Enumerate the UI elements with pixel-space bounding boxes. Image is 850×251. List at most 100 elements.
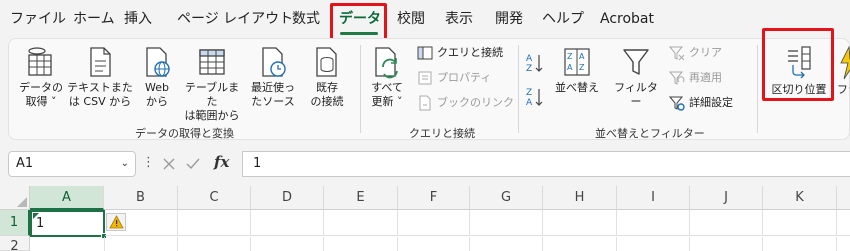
cell-a1[interactable]: 1 xyxy=(30,210,105,237)
menu-view[interactable]: 表示 xyxy=(445,10,473,28)
cell-g2[interactable] xyxy=(470,237,543,251)
cell-e2[interactable] xyxy=(324,237,398,251)
existing-label-line2: の接続 xyxy=(310,95,344,108)
column-header-j[interactable]: J xyxy=(690,186,763,210)
cell-f1[interactable] xyxy=(398,210,470,236)
chevron-down-icon[interactable]: ⌄ xyxy=(121,152,129,176)
existing-connections-button[interactable]: 既存 の接続 xyxy=(305,45,349,109)
cancel-icon[interactable] xyxy=(162,157,176,171)
cell-d2[interactable] xyxy=(251,237,324,251)
cell-a2[interactable] xyxy=(30,237,105,251)
column-header-e[interactable]: E xyxy=(324,186,398,210)
properties-label: プロパティ xyxy=(437,71,492,84)
row-header-1[interactable]: 1 xyxy=(0,210,30,236)
svg-text:Z: Z xyxy=(526,88,532,98)
menu-developer[interactable]: 開発 xyxy=(495,10,523,28)
get-data-button[interactable]: データの 取得 ˅ xyxy=(13,45,69,109)
database-table-icon xyxy=(28,47,52,76)
cell-e1[interactable] xyxy=(324,210,398,236)
cell-i2[interactable] xyxy=(617,237,690,251)
sort-dialog-icon: Z A A Z xyxy=(564,48,590,76)
error-warning-button[interactable] xyxy=(106,213,126,231)
from-table-label-line2: は範囲から xyxy=(184,109,240,122)
cell-c2[interactable] xyxy=(178,237,251,251)
group-separator xyxy=(757,45,758,133)
from-web-label-line2: から xyxy=(146,95,168,108)
row-header-2[interactable]: 2 xyxy=(0,236,30,251)
cell-j1[interactable] xyxy=(690,210,763,236)
sort-button[interactable]: Z A A Z 並べ替え xyxy=(551,45,603,95)
enter-check-icon[interactable] xyxy=(186,157,200,171)
cell-g1[interactable] xyxy=(470,210,543,236)
column-header-g[interactable]: G xyxy=(470,186,543,210)
cell-i1[interactable] xyxy=(617,210,690,236)
flash-fill-icon xyxy=(840,45,850,80)
group-label-queries: クエリと接続 xyxy=(409,127,475,140)
column-header-l[interactable] xyxy=(837,186,850,210)
svg-text:A: A xyxy=(526,54,533,64)
sort-label: 並べ替え xyxy=(555,81,599,94)
menu-home[interactable]: ホーム xyxy=(73,10,115,28)
refresh-all-button[interactable]: すべて 更新 ˅ xyxy=(365,45,409,109)
from-web-button[interactable]: Web から xyxy=(135,45,179,109)
svg-text:Z: Z xyxy=(526,64,532,74)
cell-h2[interactable] xyxy=(543,237,617,251)
column-header-c[interactable]: C xyxy=(178,186,251,210)
cell-j2[interactable] xyxy=(690,237,763,251)
column-header-i[interactable]: I xyxy=(617,186,690,210)
insert-function-icon[interactable]: fx xyxy=(214,153,229,171)
cell-l1[interactable] xyxy=(837,210,850,236)
reapply-label: 再適用 xyxy=(689,71,722,84)
menu-formulas[interactable]: 数式 xyxy=(292,10,320,28)
text-file-icon xyxy=(90,47,111,77)
column-header-b[interactable]: B xyxy=(104,186,178,210)
column-header-f[interactable]: F xyxy=(398,186,470,210)
column-header-a[interactable]: A xyxy=(30,186,104,210)
menu-insert[interactable]: 挿入 xyxy=(124,10,152,28)
more-options-icon[interactable]: ⋮ xyxy=(142,155,155,170)
flash-fill-label: フラ xyxy=(837,83,850,96)
refresh-icon xyxy=(375,47,398,79)
sort-ascending-button[interactable]: A Z xyxy=(525,51,545,75)
workbook-links-icon xyxy=(419,95,431,111)
cell-f2[interactable] xyxy=(398,237,470,251)
formula-input[interactable]: 1 xyxy=(242,151,850,177)
flash-fill-button[interactable]: フラ xyxy=(837,45,850,97)
warning-icon xyxy=(109,215,124,229)
error-indicator-triangle-icon xyxy=(33,213,39,219)
from-text-csv-button[interactable]: テキストまた は CSV から xyxy=(67,45,133,109)
group-label-sort-filter: 並べ替えとフィルター xyxy=(595,127,705,140)
menu-acrobat[interactable]: Acrobat xyxy=(600,10,654,28)
from-table-label-line1: テーブルまた xyxy=(184,81,240,108)
column-header-k[interactable]: K xyxy=(763,186,837,210)
svg-text:A: A xyxy=(567,63,573,72)
worksheet-grid: A B C D E F G H I J K 1 2 1 xyxy=(0,186,850,251)
recent-sources-button[interactable]: 最近使っ たソース xyxy=(245,45,301,109)
cell-k2[interactable] xyxy=(763,237,837,251)
menu-page-layout[interactable]: ページ レイアウト xyxy=(177,10,293,28)
web-page-icon xyxy=(146,47,170,77)
cell-c1[interactable] xyxy=(178,210,251,236)
filter-button[interactable]: フィルター xyxy=(609,45,663,109)
select-all-corner[interactable] xyxy=(0,186,30,210)
formula-bar: A1 ⌄ ⋮ fx 1 xyxy=(0,151,850,179)
cell-d1[interactable] xyxy=(251,210,324,236)
column-header-h[interactable]: H xyxy=(543,186,617,210)
svg-text:Z: Z xyxy=(579,63,585,72)
select-all-triangle-icon xyxy=(17,197,27,207)
from-text-label-line2: は CSV から xyxy=(68,95,132,108)
name-box[interactable]: A1 ⌄ xyxy=(8,151,136,177)
menu-file[interactable]: ファイル xyxy=(10,10,66,28)
recent-label-line1: 最近使っ xyxy=(251,81,295,94)
cell-k1[interactable] xyxy=(763,210,837,236)
sort-descending-button[interactable]: Z A xyxy=(525,85,545,109)
refresh-label-line1: すべて xyxy=(371,81,403,94)
queries-connections-icon xyxy=(417,46,433,60)
menu-review[interactable]: 校閲 xyxy=(397,10,425,28)
column-header-d[interactable]: D xyxy=(251,186,324,210)
cell-h1[interactable] xyxy=(543,210,617,236)
from-table-range-button[interactable]: テーブルまた は範囲から xyxy=(181,45,243,123)
menu-help[interactable]: ヘルプ xyxy=(542,10,584,28)
cell-b2[interactable] xyxy=(105,237,178,251)
highlight-box-data-tab xyxy=(330,3,387,41)
